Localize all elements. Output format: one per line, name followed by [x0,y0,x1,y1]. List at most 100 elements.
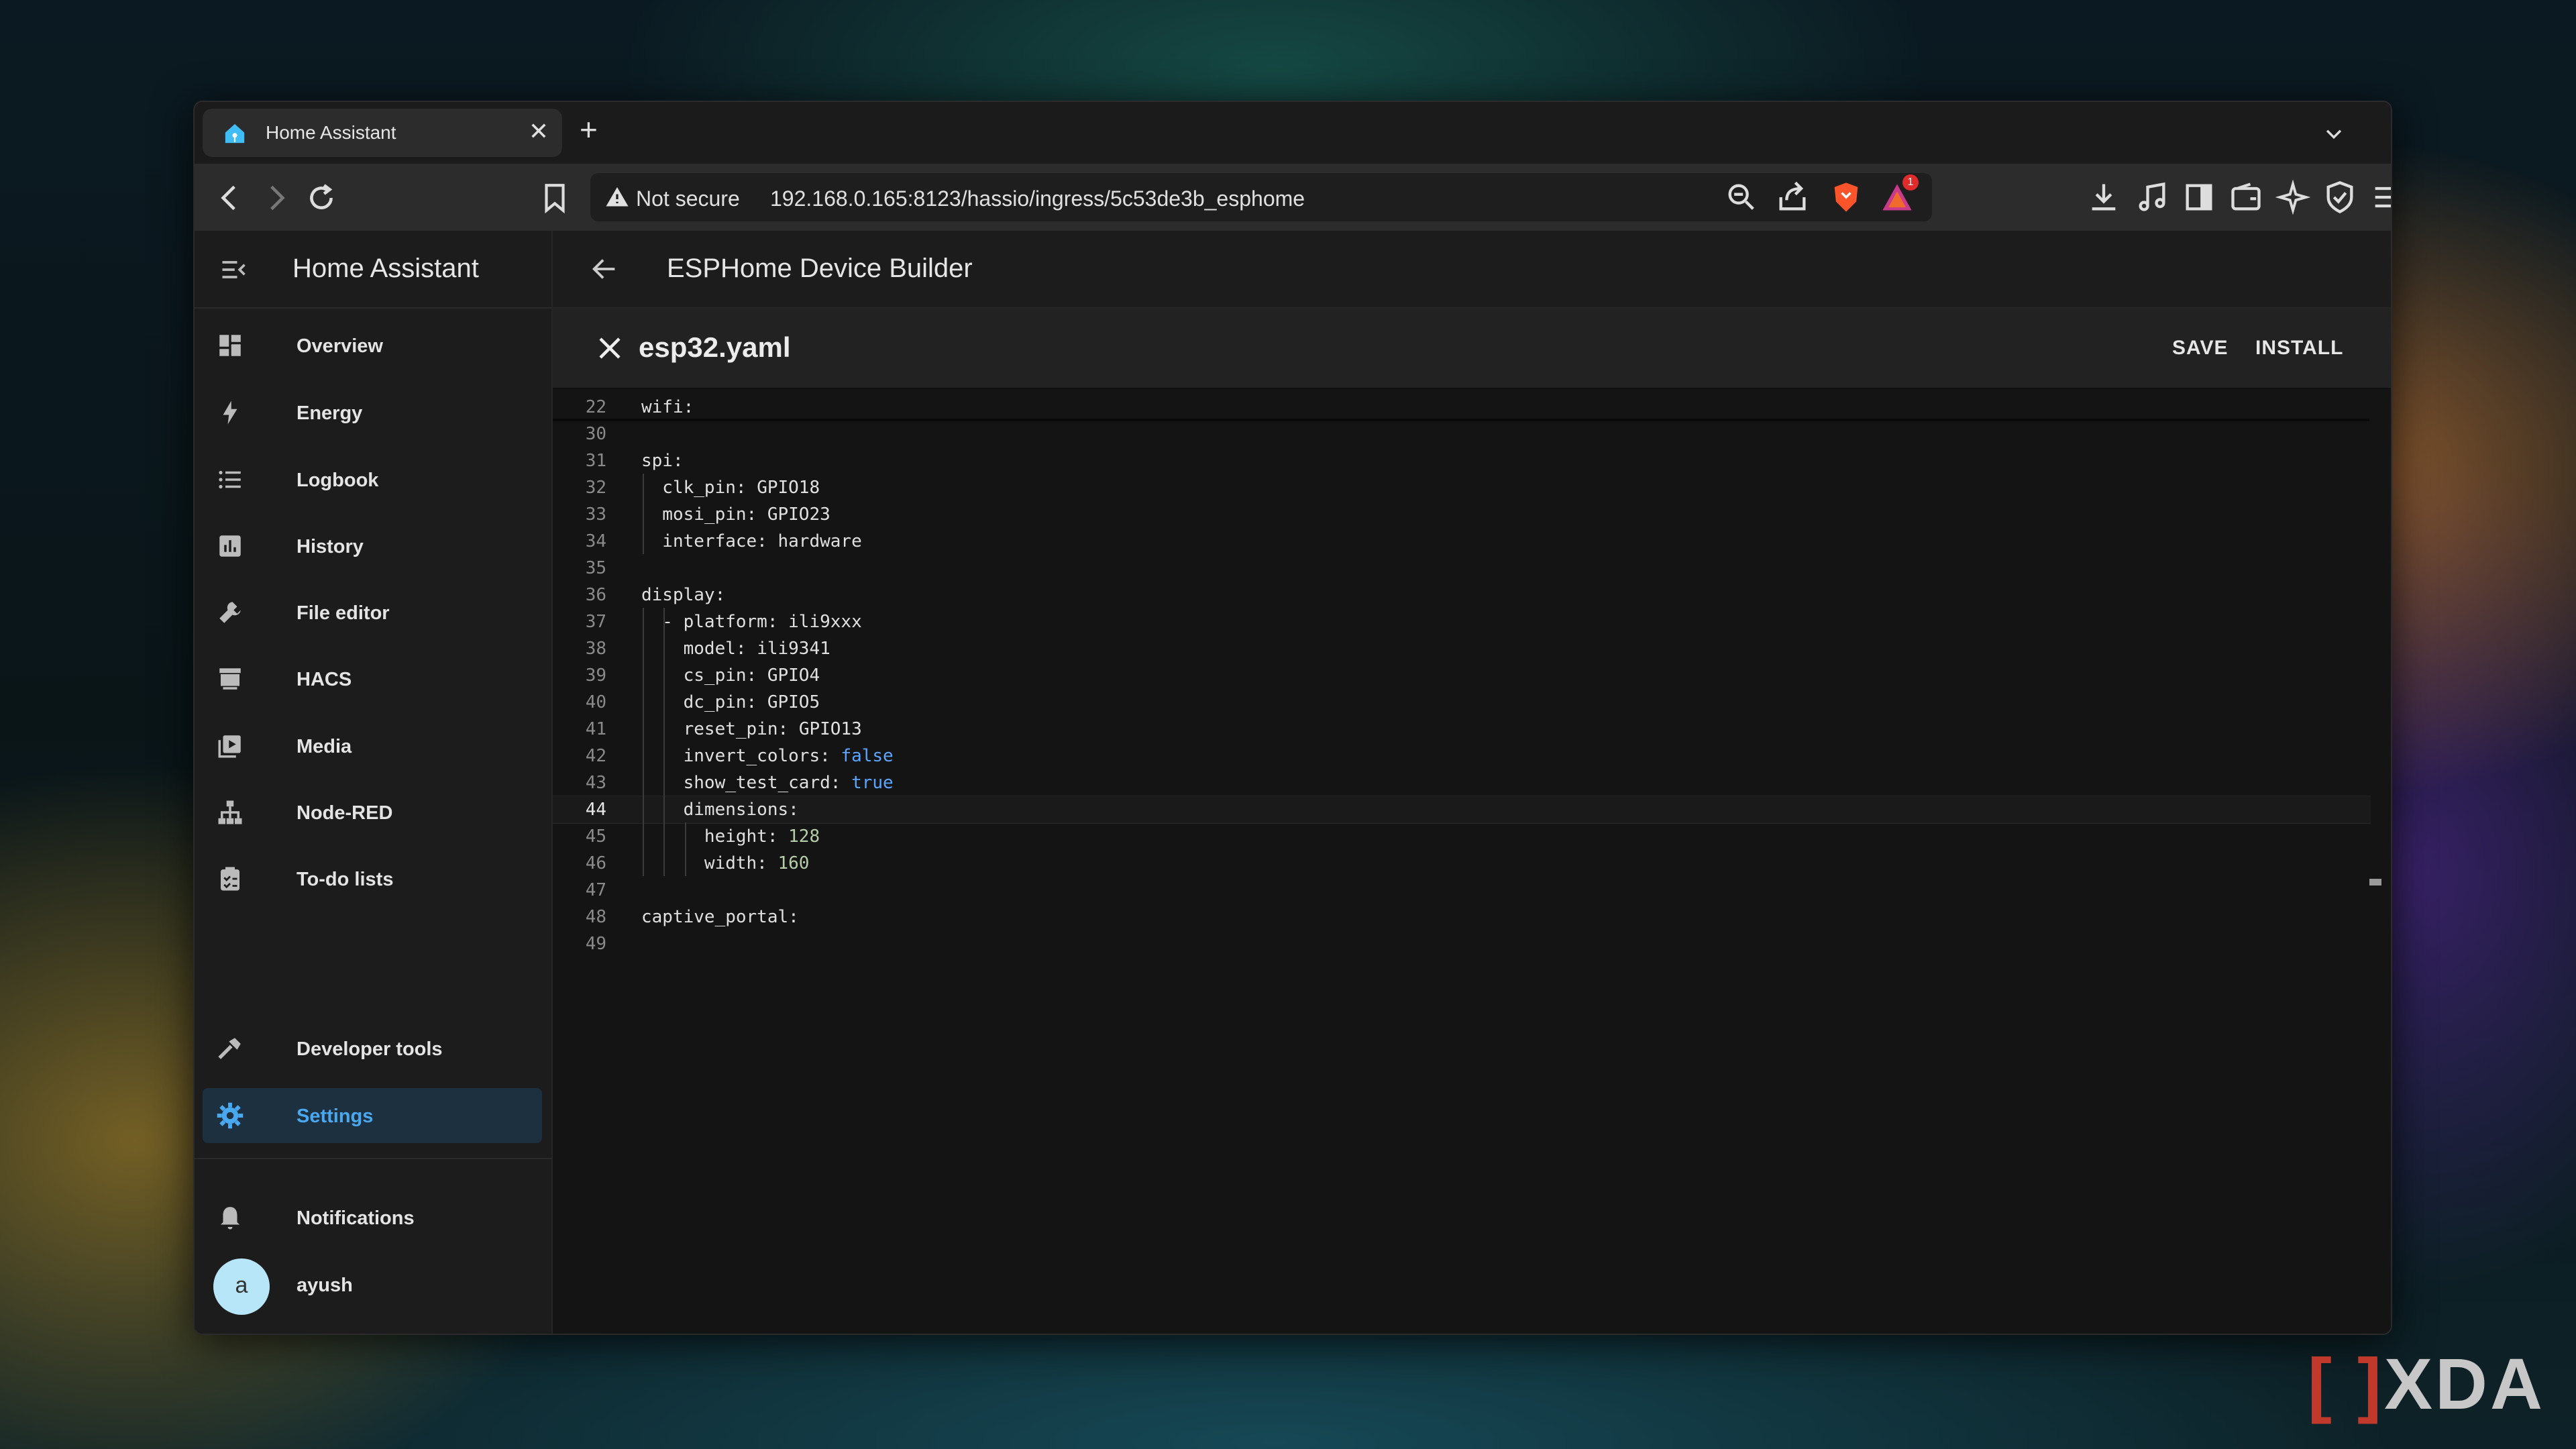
install-button[interactable]: INSTALL [2255,337,2343,360]
back-arrow-icon[interactable] [213,181,247,215]
xda-text: XDA [2383,1343,2545,1424]
line-number: 41 [585,719,606,739]
address-bar[interactable]: Not secure 192.168.0.165:8123/hassio/ing… [590,173,1932,221]
wallet-icon[interactable] [2229,180,2263,215]
rewards-badge: 1 [1902,174,1919,191]
line-number: 31 [585,451,606,471]
sidebar-item-profile[interactable]: a ayush [203,1249,542,1323]
code-line[interactable]: 42 invert_colors: false [553,742,2371,769]
dashboard-icon [219,335,241,356]
line-number: 38 [585,639,606,659]
yaml-key: display: [641,585,726,605]
yaml-key: captive_portal: [641,907,799,927]
home-assistant-app: Home Assistant Overview Energy Logbook H… [195,231,2391,1334]
sidebar-item-hacs[interactable]: HACS [203,651,542,706]
code-line[interactable]: 48 captive_portal: [553,903,2371,930]
line-text: show_test_card: true [641,773,894,793]
forward-arrow-icon[interactable] [259,181,292,215]
zoom-icon[interactable] [1724,180,1759,215]
tab-search-chevron-icon[interactable] [2322,122,2345,145]
menu-collapse-icon[interactable] [219,255,248,284]
line-text: cs_pin: GPIO4 [641,665,820,686]
line-text: dc_pin: GPIO5 [641,692,820,712]
line-number: 45 [585,826,606,847]
brave-shield-icon[interactable] [1829,180,1864,215]
close-icon[interactable] [596,334,624,362]
save-button[interactable]: SAVE [2172,337,2228,360]
sidebar-toggle-icon[interactable] [2182,180,2216,215]
sidebar-item-energy[interactable]: Energy [203,385,542,440]
sidebar-item-label: Media [297,736,352,757]
sidebar-item-notifications[interactable]: Notifications [203,1190,542,1245]
back-arrow-icon[interactable] [589,254,620,284]
yaml-value: false [841,746,894,766]
code-line[interactable]: 38 model: ili9341 [553,635,2371,661]
bookmark-icon[interactable] [538,181,572,215]
code-line[interactable]: 35 [553,554,2371,581]
line-number: 40 [585,692,606,712]
vpn-icon[interactable] [2322,180,2357,215]
sidebar-item-label: To-do lists [297,869,394,890]
code-line[interactable]: 40 dc_pin: GPIO5 [553,688,2371,715]
avatar: a [213,1258,270,1315]
leo-ai-icon[interactable] [2275,180,2310,215]
browser-tab[interactable]: Home Assistant ✕ [203,109,562,157]
code-line[interactable]: 44 dimensions: [553,796,2371,822]
code-line[interactable]: 31 spi: [553,447,2371,474]
yaml-value: ili9xxx [788,612,862,632]
sidebar-item-node-red[interactable]: Node-RED [203,785,542,840]
reload-icon[interactable] [305,181,338,215]
main-panel: ESPHome Device Builder esp32.yaml SAVE I… [553,231,2391,1334]
code-line[interactable]: 49 [553,930,2371,957]
code-line[interactable]: 30 [553,420,2371,447]
line-number: 32 [585,478,606,498]
code-line[interactable]: 46 width: 160 [553,849,2371,876]
indent-guide [643,608,644,876]
sidebar-item-logbook[interactable]: Logbook [203,452,542,507]
security-status[interactable]: Not secure [636,186,740,211]
code-line[interactable]: 41 reset_pin: GPIO13 [553,715,2371,742]
code-line[interactable]: 32 clk_pin: GPIO18 [553,474,2371,500]
code-line[interactable]: 47 [553,876,2371,903]
code-line[interactable]: 43 show_test_card: true [553,769,2371,796]
file-name: esp32.yaml [639,331,791,363]
code-line[interactable]: 37 - platform: ili9xxx [553,608,2371,635]
code-line[interactable]: 45 height: 128 [553,822,2371,849]
sidebar: Home Assistant Overview Energy Logbook H… [195,231,553,1334]
music-icon[interactable] [2135,180,2169,215]
code-line[interactable]: 33 mosi_pin: GPIO23 [553,500,2371,527]
line-text: height: 128 [641,826,820,847]
download-icon[interactable] [2086,180,2121,215]
code-editor[interactable]: 22 wifi: 30 31 spi: 32 clk_pin: GPIO18 33 mosi… [553,389,2391,1334]
line-text: width: 160 [641,853,810,873]
new-tab-button[interactable]: + [580,113,598,146]
sidebar-item-label: File editor [297,602,390,624]
code-line[interactable]: 39 cs_pin: GPIO4 [553,661,2371,688]
code-line[interactable]: 22 wifi: [553,393,2371,420]
sidebar-item-overview[interactable]: Overview [203,318,542,373]
line-text: model: ili9341 [641,639,830,659]
hammer-icon [218,1038,241,1059]
line-number: 49 [585,934,606,954]
code-line[interactable]: 34 interface: hardware [553,527,2371,554]
sidebar-item-settings[interactable]: Settings [203,1088,542,1143]
yaml-key: clk_pin: [641,478,757,498]
line-number: 37 [585,612,606,632]
sidebar-item-history[interactable]: History [203,519,542,574]
hacs-icon [219,668,241,690]
yaml-key: show_test_card: [641,773,852,793]
scrollbar-marker[interactable] [2369,879,2381,885]
url-text[interactable]: 192.168.0.165:8123/hassio/ingress/5c53de… [770,186,1305,211]
tab-close-button[interactable]: ✕ [529,118,549,145]
share-icon[interactable] [1775,180,1810,215]
sidebar-item-todo-lists[interactable]: To-do lists [203,851,542,906]
yaml-value: 160 [777,853,810,873]
sidebar-item-media[interactable]: Media [203,718,542,773]
line-number: 39 [585,665,606,686]
sidebar-item-developer-tools[interactable]: Developer tools [203,1021,542,1076]
hamburger-menu-icon[interactable] [2369,180,2392,215]
code-line[interactable]: 36 display: [553,581,2371,608]
yaml-value: true [851,773,894,793]
sidebar-item-file-editor[interactable]: File editor [203,585,542,640]
yaml-key: model: [641,639,757,659]
